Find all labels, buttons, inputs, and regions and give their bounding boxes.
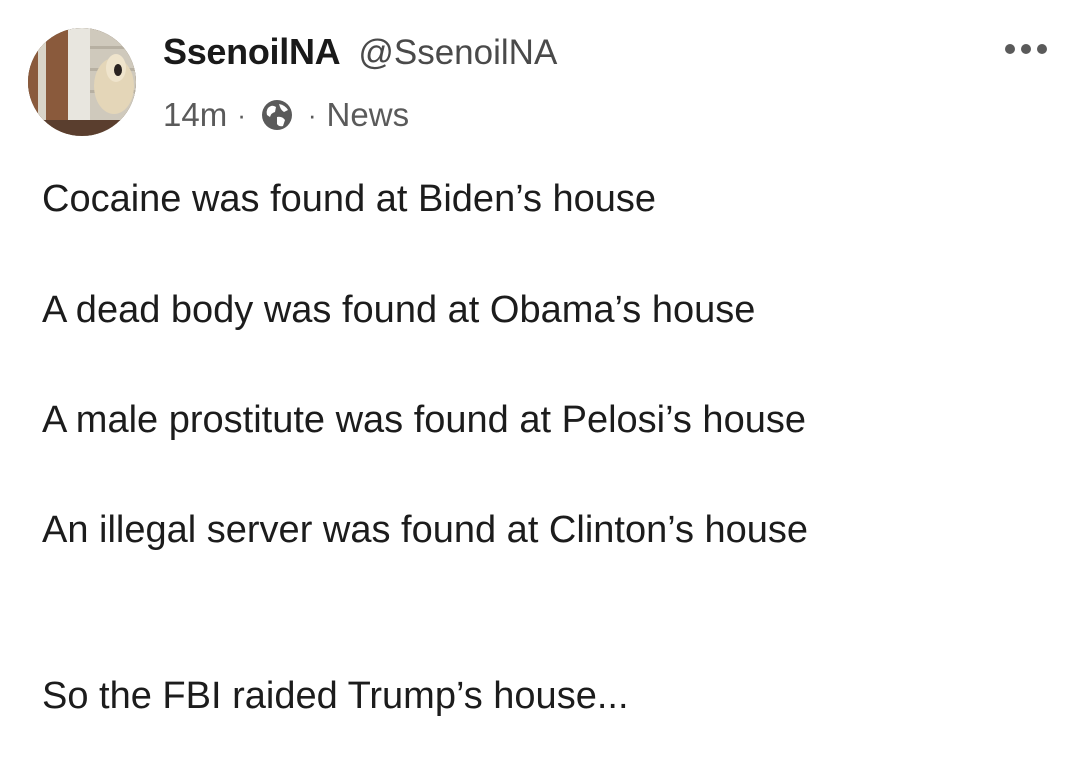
separator: · xyxy=(307,99,317,130)
avatar[interactable] xyxy=(28,28,136,136)
post-card: SsenoilNA @SsenoilNA 14m · · News Cocain… xyxy=(0,0,1073,762)
more-options-button[interactable] xyxy=(1005,44,1047,54)
more-options-icon xyxy=(1037,44,1047,54)
separator: · xyxy=(237,99,246,130)
more-options-icon xyxy=(1021,44,1031,54)
category-label[interactable]: News xyxy=(327,96,410,134)
post-meta: 14m · · News xyxy=(163,93,409,137)
post-body-line: So the FBI raided Trump’s house... xyxy=(42,675,629,717)
post-body-line: Cocaine was found at Biden’s house xyxy=(42,178,657,220)
timestamp[interactable]: 14m xyxy=(163,96,227,134)
globe-icon xyxy=(260,98,294,132)
display-name[interactable]: SsenoilNA xyxy=(163,31,341,73)
author-line: SsenoilNA @SsenoilNA xyxy=(163,31,557,77)
more-options-icon xyxy=(1005,44,1015,54)
avatar-photo-icon xyxy=(28,28,136,136)
handle[interactable]: @SsenoilNA xyxy=(358,33,557,73)
post-body-line: An illegal server was found at Clinton’s… xyxy=(42,509,809,551)
post-body-line: A male prostitute was found at Pelosi’s … xyxy=(42,399,806,441)
post-body-line: A dead body was found at Obama’s house xyxy=(42,289,756,331)
